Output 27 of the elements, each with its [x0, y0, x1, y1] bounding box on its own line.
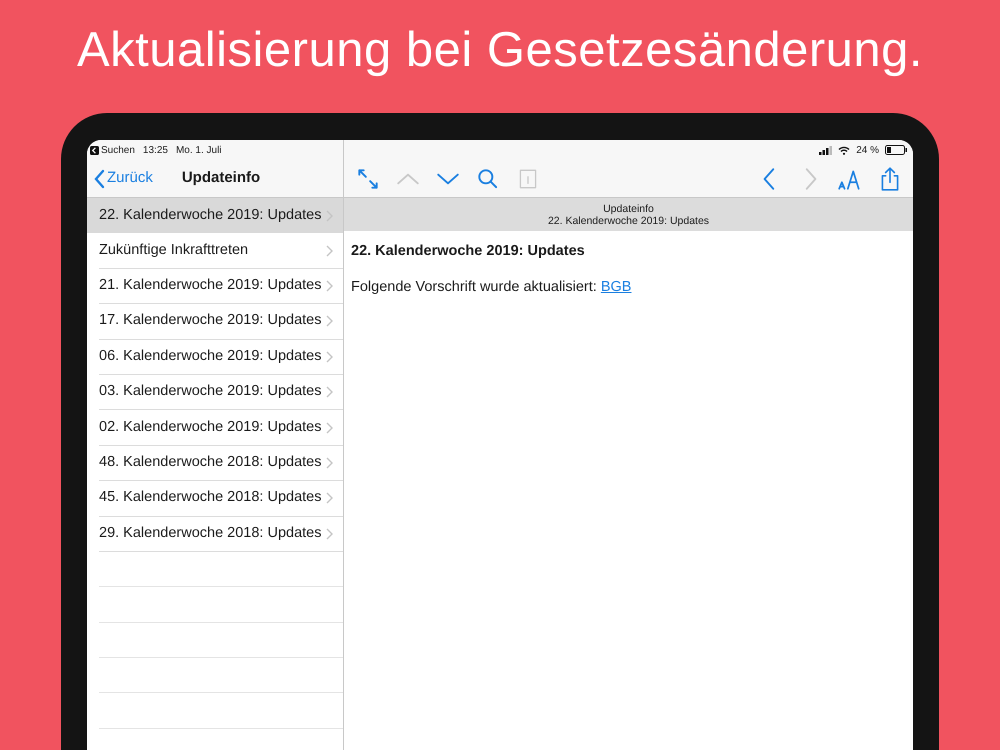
- back-app-icon[interactable]: [90, 146, 99, 154]
- chevron-right-icon: [326, 280, 333, 292]
- status-time: 13:25: [142, 144, 168, 158]
- chevron-right-icon: [326, 528, 333, 540]
- detail-text: Folgende Vorschrift wurde aktualisiert: BGB: [351, 278, 632, 297]
- battery-icon: [885, 145, 907, 155]
- list-item[interactable]: 22. Kalenderwoche 2019: Updates: [87, 198, 343, 234]
- nav-title: Updateinfo: [182, 168, 260, 188]
- header-subtitle: 22. Kalenderwoche 2019: Updates: [548, 214, 710, 226]
- header-title: Updateinfo: [603, 202, 654, 214]
- bgb-link[interactable]: BGB: [600, 278, 632, 295]
- wifi-icon: [838, 146, 850, 154]
- back-button[interactable]: Zurück: [87, 167, 153, 190]
- status-date: Mo. 1. Juli: [176, 144, 222, 158]
- battery-percent: 24 %: [856, 144, 879, 158]
- chevron-right-icon: [326, 386, 333, 398]
- headline: Aktualisierung bei Gesetzesänderung.: [76, 22, 924, 79]
- back-app-label[interactable]: Suchen: [101, 142, 135, 158]
- signal-icon: [819, 146, 832, 154]
- chevron-left-icon: [93, 168, 105, 188]
- chevron-right-icon: [326, 422, 333, 434]
- chevron-right-icon: [326, 350, 333, 363]
- chevron-right-icon: [326, 456, 333, 469]
- chevron-right-icon: [326, 315, 333, 328]
- chevron-right-icon: [326, 244, 333, 257]
- chevron-right-icon: [326, 492, 333, 504]
- detail-heading: 22. Kalenderwoche 2019: Updates: [351, 242, 586, 261]
